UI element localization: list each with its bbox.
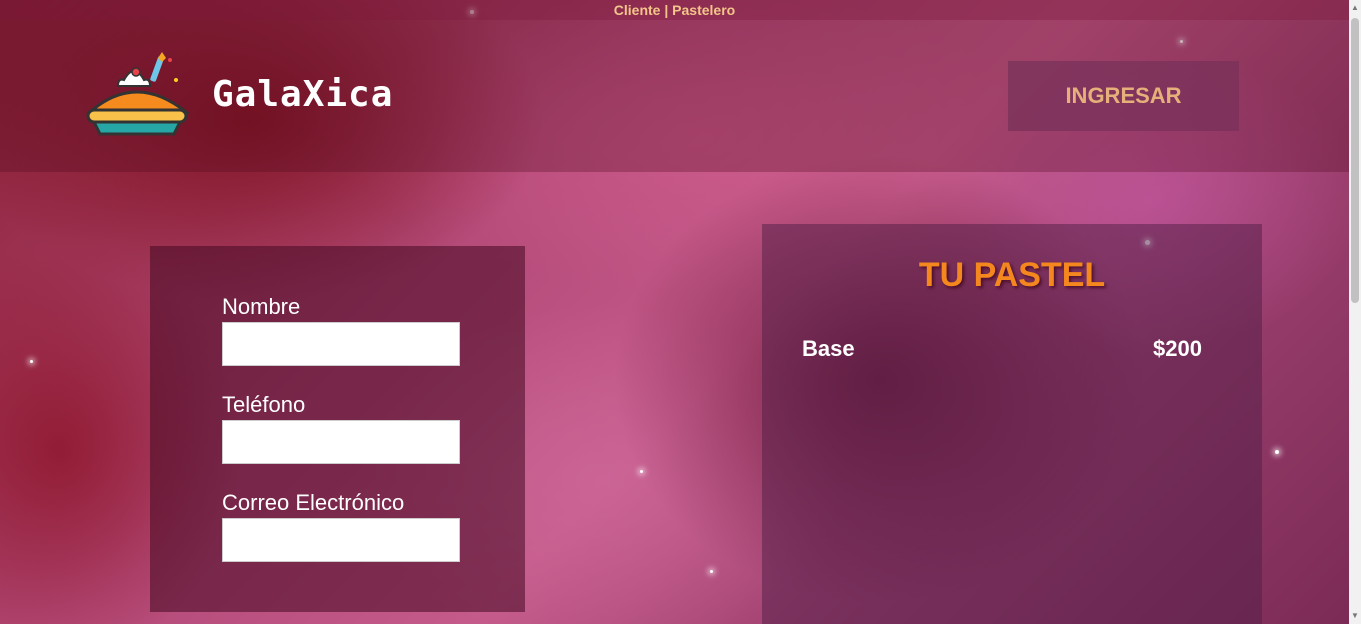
login-button[interactable]: INGRESAR xyxy=(1008,61,1239,131)
background-star xyxy=(1275,450,1279,454)
email-label: Correo Electrónico xyxy=(222,490,405,515)
phone-label: Teléfono xyxy=(222,392,306,417)
background-star xyxy=(710,570,713,573)
cliente-link[interactable]: Cliente xyxy=(614,2,661,18)
cake-summary: TU PASTEL Base $200 xyxy=(762,224,1262,624)
pie-logo-icon xyxy=(85,52,190,136)
name-label: Nombre xyxy=(222,294,301,319)
site-header: GalaXica INGRESAR xyxy=(0,20,1349,172)
cake-item-name: Base xyxy=(802,336,855,361)
phone-field[interactable] xyxy=(222,420,460,464)
cake-title: TU PASTEL xyxy=(918,256,1106,294)
scroll-down-icon[interactable]: ▼ xyxy=(1349,610,1361,622)
role-switcher: Cliente | Pastelero xyxy=(0,0,1349,20)
name-field[interactable] xyxy=(222,322,460,366)
background-star xyxy=(640,470,643,473)
role-separator: | xyxy=(664,2,669,18)
email-field[interactable] xyxy=(222,518,460,562)
page-scrollbar[interactable]: ▲ ▼ xyxy=(1349,0,1361,624)
pastelero-link[interactable]: Pastelero xyxy=(672,2,735,18)
cake-item-price: $200 xyxy=(1153,336,1202,361)
scroll-thumb[interactable] xyxy=(1351,18,1359,303)
brand-name: GalaXica xyxy=(212,74,394,115)
background-star xyxy=(30,360,33,363)
customer-form: Nombre Teléfono Correo Electrónico xyxy=(150,246,525,612)
scroll-up-icon[interactable]: ▲ xyxy=(1349,2,1361,14)
